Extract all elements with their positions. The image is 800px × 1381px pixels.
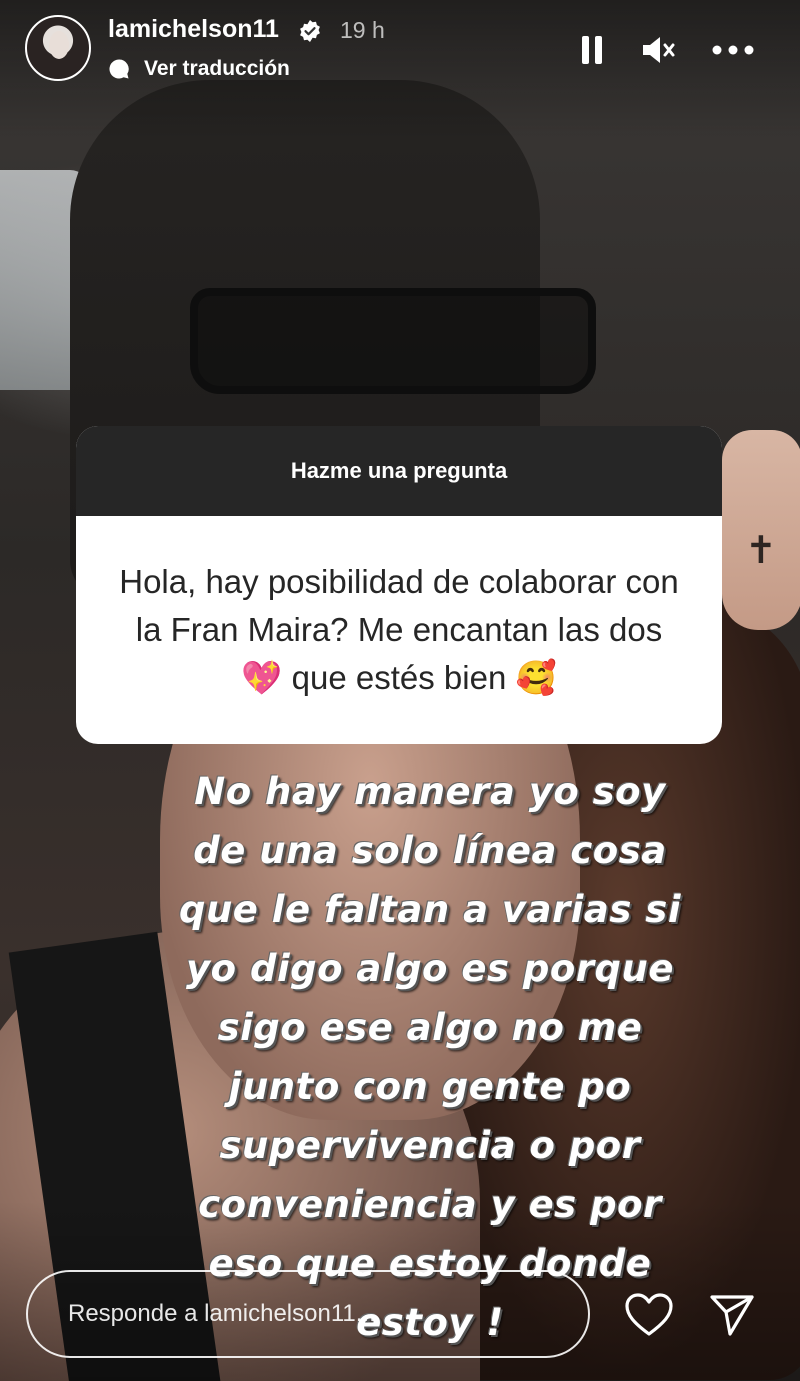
- caption-line: junto con gente po: [228, 1065, 632, 1108]
- speaker-muted-icon[interactable]: [638, 30, 678, 70]
- translate-label: Ver traducción: [144, 57, 290, 80]
- question-sticker[interactable]: Hazme una pregunta Hola, hay posibilidad…: [76, 426, 722, 744]
- heart-icon[interactable]: [624, 1292, 674, 1338]
- question-sticker-title: Hazme una pregunta: [290, 458, 508, 483]
- pause-icon[interactable]: [572, 30, 612, 70]
- speech-bubble-icon: [109, 59, 129, 79]
- avatar[interactable]: [25, 15, 91, 81]
- translate-link[interactable]: Ver traducción: [108, 55, 290, 83]
- avatar-face: [49, 31, 69, 59]
- caption-line: supervivencia o por: [219, 1124, 641, 1167]
- question-text: Hola, hay posibilidad de colaborar con l…: [119, 563, 679, 696]
- caption-line: de una solo línea cosa: [193, 829, 667, 872]
- caption-line: yo digo algo es porque: [186, 947, 674, 990]
- verified-badge-icon: [300, 20, 320, 42]
- question-sticker-body: Hola, hay posibilidad de colaborar con l…: [76, 516, 722, 744]
- sunglasses: [190, 288, 596, 394]
- question-sticker-header: Hazme una pregunta: [76, 426, 722, 516]
- paper-plane-icon[interactable]: [708, 1292, 756, 1338]
- caption-line: conveniencia y es por: [198, 1183, 662, 1226]
- reply-placeholder: Responde a lamichelson11...: [68, 1300, 376, 1327]
- more-horizontal-icon[interactable]: [710, 30, 756, 70]
- reply-input[interactable]: Responde a lamichelson11...: [26, 1270, 590, 1358]
- caption-line: que le faltan a varias si: [178, 888, 682, 931]
- story-header: lamichelson11 19 h Ver traducción: [0, 0, 800, 100]
- username[interactable]: lamichelson11: [108, 15, 279, 44]
- cross-tattoo: ✝: [745, 530, 777, 572]
- caption-line: No hay manera yo soy: [194, 770, 666, 813]
- post-time: 19 h: [340, 17, 385, 43]
- story-caption: No hay manera yo soy de una solo línea c…: [140, 762, 720, 1352]
- caption-line: sigo ese algo no me: [217, 1006, 643, 1049]
